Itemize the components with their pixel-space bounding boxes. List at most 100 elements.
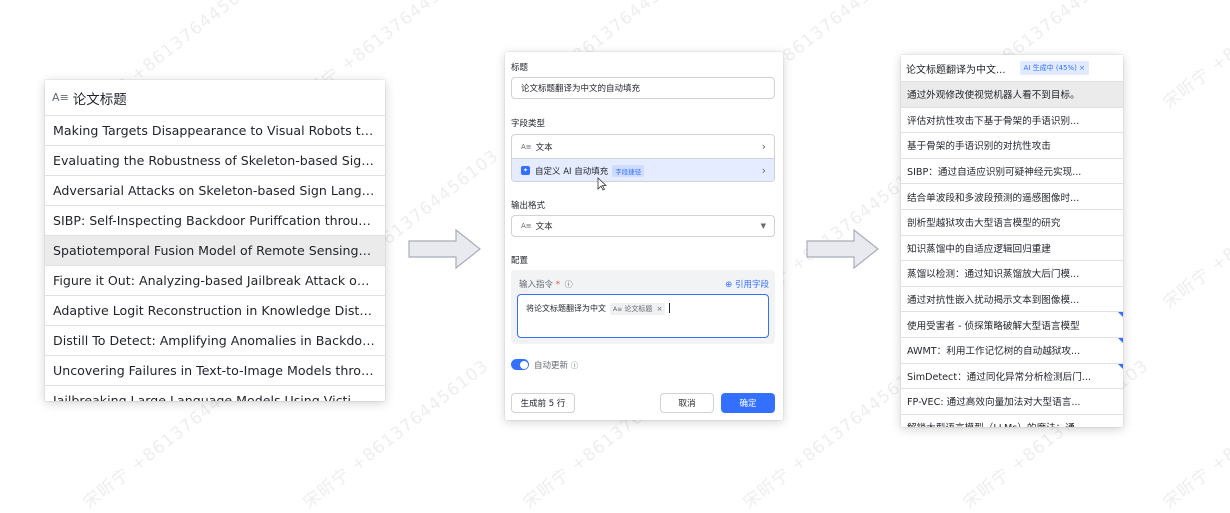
chevron-right-icon: › [761, 140, 766, 153]
table-row[interactable]: SimDetect：通过同化异常分析检测后门... [901, 363, 1123, 390]
arrow-right-icon [408, 228, 481, 270]
column-header[interactable]: 论文标题翻译为中文... AI 生成中 (45%) × [901, 55, 1123, 82]
field-type-label: 字段类型 [511, 119, 546, 129]
cell-text: SIBP: Self-Inspecting Backdoor Puriffcat… [53, 213, 375, 228]
cell-text: AWMT：利用工作记忆树的自动越狱攻... [907, 346, 1081, 358]
field-type-text-option[interactable]: A≡ 文本 › [512, 135, 774, 158]
cite-field-button[interactable]: ⊕ 引用字段 [725, 278, 769, 290]
chip-close-icon[interactable]: × [657, 305, 663, 313]
field-type-select[interactable]: A≡ 文本 › ✦ 自定义 AI 自动填充 字段捷径 › [511, 134, 775, 182]
config-label: 配置 [511, 256, 529, 266]
text-field-icon: A≡ [521, 222, 532, 230]
table-row[interactable]: 通过对抗性嵌入扰动揭示文本到图像模... [901, 287, 1123, 313]
chip-label: 论文标题 [624, 305, 653, 313]
watermark: 宋昕宁 +8613764456103 [1159, 356, 1230, 513]
field-chip[interactable]: A≡ 论文标题 × [610, 303, 666, 315]
cell-text: 使用受害者 - 侦探策略破解大型语言模型 [907, 320, 1080, 332]
cell-text: 评估对抗性攻击下基于骨架的手语识别... [907, 115, 1080, 127]
cell-text: 结合单波段和多波段预测的遥感图像时... [907, 192, 1080, 204]
table-row[interactable]: AWMT：利用工作记忆树的自动越狱攻... [901, 337, 1123, 364]
auto-update-row: 自动更新 ⓘ [534, 359, 578, 371]
confirm-button[interactable]: 确定 [721, 393, 775, 413]
table-row[interactable]: Jailbreaking Large Language Models Using… [45, 386, 385, 401]
table-row[interactable]: 评估对抗性攻击下基于骨架的手语识别... [901, 108, 1123, 134]
cell-text: 蒸馏以检测：通过知识蒸馏放大后门模... [907, 269, 1080, 281]
cell-text: Figure it Out: Analyzing-based Jailbreak… [53, 273, 375, 288]
column-title: 论文标题 [72, 91, 127, 108]
table-row[interactable]: SIBP：通过自适应识别可疑神经元实现... [901, 159, 1123, 185]
title-label: 标题 [511, 63, 529, 73]
cell-text: 通过对抗性嵌入扰动揭示文本到图像模... [907, 295, 1080, 307]
rows-container: 通过外观修改使视觉机器人看不到目标。 评估对抗性攻击下基于骨架的手语识别... 基于… [901, 82, 1123, 427]
field-type-ai-option[interactable]: ✦ 自定义 AI 自动填充 字段捷径 › [512, 158, 774, 181]
cell-text: 剖析型越狱攻击大型语言模型的研究 [907, 218, 1061, 230]
table-row[interactable]: 使用受害者 - 侦探策略破解大型语言模型 [901, 312, 1123, 338]
source-column-panel: A≡ 论文标题 Making Targets Disappearance to … [45, 80, 385, 401]
cell-text: 通过外观修改使视觉机器人看不到目标。 [907, 90, 1080, 102]
table-row[interactable]: Uncovering Failures in Text-to-Image Mod… [45, 356, 385, 386]
table-row[interactable]: 通过外观修改使视觉机器人看不到目标。 [901, 82, 1123, 108]
cell-text: 解锁大型语言模型（LLMs）的魔法：通... [907, 420, 1117, 427]
text-field-icon: A≡ [521, 142, 532, 151]
field-config-dialog: 标题 论文标题翻译为中文的自动填充 字段类型 A≡ 文本 › ✦ 自定义 AI … [505, 52, 783, 420]
column-header[interactable]: A≡ 论文标题 [45, 80, 385, 116]
table-row[interactable]: SIBP: Self-Inspecting Backdoor Puriffcat… [45, 206, 385, 236]
required-mark: * [555, 280, 560, 290]
table-row[interactable]: Figure it Out: Analyzing-based Jailbreak… [45, 266, 385, 296]
caret-down-icon: ▼ [760, 222, 766, 230]
cell-text: SIBP：通过自适应识别可疑神经元实现... [907, 167, 1082, 179]
cancel-button[interactable]: 取消 [660, 393, 714, 413]
table-row[interactable]: 解锁大型语言模型（LLMs）的魔法：通... [901, 415, 1123, 427]
info-icon: ⓘ [564, 280, 573, 289]
text-caret [669, 303, 671, 313]
table-row[interactable]: Adversarial Attacks on Skeleton-based Si… [45, 176, 385, 206]
text-field-icon: A≡ [613, 306, 623, 313]
table-row[interactable]: 剖析型越狱攻击大型语言模型的研究 [901, 210, 1123, 236]
shortcut-badge: 字段捷径 [612, 164, 645, 177]
prompt-input[interactable]: 将论文标题翻译为中文 A≡ 论文标题 × [517, 294, 769, 338]
table-row[interactable]: Distill To Detect: Amplifying Anomalies … [45, 326, 385, 356]
cell-text: 基于骨架的手语识别的对抗性攻击 [907, 141, 1051, 153]
cell-text: Adversarial Attacks on Skeleton-based Si… [53, 183, 375, 198]
cell-text: 知识蒸馏中的自适应逻辑回归重建 [907, 243, 1051, 255]
cell-text: Evaluating the Robustness of Skeleton-ba… [53, 153, 375, 168]
prompt-label: 输入指令 [519, 280, 554, 290]
cell-text: Spatiotemporal Fusion Model of Remote Se… [53, 243, 375, 258]
auto-update-label: 自动更新 [534, 361, 569, 371]
column-title: 论文标题翻译为中文... [906, 64, 1006, 76]
cell-text: FP-VEC: 通过高效向量加法对大型语言... [907, 397, 1081, 409]
table-row[interactable]: FP-VEC: 通过高效向量加法对大型语言... [901, 389, 1123, 415]
watermark: 宋昕宁 +8613764456103 [1159, 156, 1230, 313]
table-row[interactable]: Making Targets Disappearance to Visual R… [45, 116, 385, 146]
cell-text: Jailbreaking Large Language Models Using… [53, 393, 375, 401]
option-label: 自定义 AI 自动填充 [535, 166, 609, 177]
preview-button[interactable]: 生成前 5 行 [511, 393, 575, 413]
table-row[interactable]: 基于骨架的手语识别的对抗性攻击 [901, 133, 1123, 159]
title-input[interactable]: 论文标题翻译为中文的自动填充 [511, 77, 775, 99]
output-format-select[interactable]: A≡ 文本 ▼ [511, 215, 775, 237]
status-text: AI 生成中 (45%) [1023, 64, 1077, 72]
watermark: 宋昕宁 +8613764456103 [1159, 0, 1230, 113]
cell-text: Uncovering Failures in Text-to-Image Mod… [53, 363, 375, 378]
prompt-label-row: 输入指令 * ⓘ [519, 278, 573, 290]
table-row[interactable]: Adaptive Logit Reconstruction in Knowled… [45, 296, 385, 326]
rows-container: Making Targets Disappearance to Visual R… [45, 116, 385, 401]
select-value: 文本 [535, 222, 553, 232]
close-icon[interactable]: × [1079, 64, 1085, 72]
option-label: 文本 [535, 142, 553, 153]
table-row[interactable]: 蒸馏以检测：通过知识蒸馏放大后门模... [901, 261, 1123, 287]
status-badge: AI 生成中 (45%) × [1019, 61, 1089, 75]
text-field-icon: A≡ [52, 91, 69, 104]
table-row[interactable]: Spatiotemporal Fusion Model of Remote Se… [45, 236, 385, 266]
cell-text: Adaptive Logit Reconstruction in Knowled… [53, 303, 375, 318]
auto-update-toggle[interactable] [511, 359, 529, 370]
ai-icon: ✦ [521, 166, 530, 175]
result-column-panel: 论文标题翻译为中文... AI 生成中 (45%) × 通过外观修改使视觉机器人… [901, 55, 1123, 427]
table-row[interactable]: 结合单波段和多波段预测的遥感图像时... [901, 184, 1123, 210]
prompt-text: 将论文标题翻译为中文 [526, 304, 606, 313]
mouse-cursor-icon [597, 177, 607, 191]
config-area: 输入指令 * ⓘ ⊕ 引用字段 将论文标题翻译为中文 A≡ 论文标题 × [511, 270, 775, 344]
table-row[interactable]: 知识蒸馏中的自适应逻辑回归重建 [901, 236, 1123, 262]
table-row[interactable]: Evaluating the Robustness of Skeleton-ba… [45, 146, 385, 176]
cell-text: Distill To Detect: Amplifying Anomalies … [53, 333, 375, 348]
